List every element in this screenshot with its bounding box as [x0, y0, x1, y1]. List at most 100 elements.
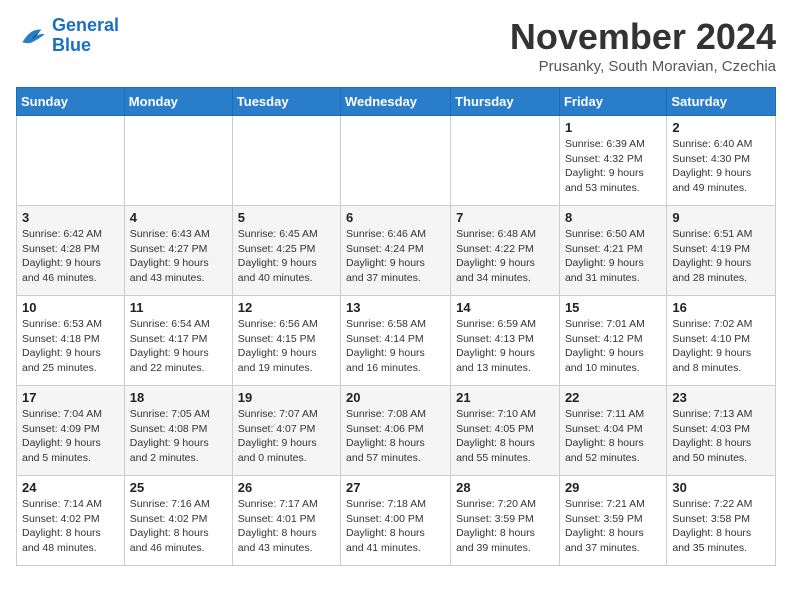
day-number: 2: [672, 120, 770, 135]
day-detail: Sunrise: 7:05 AM Sunset: 4:08 PM Dayligh…: [130, 407, 227, 466]
calendar-cell: 15 Sunrise: 7:01 AM Sunset: 4:12 PM Dayli…: [559, 296, 666, 386]
day-detail: Sunrise: 6:40 AM Sunset: 4:30 PM Dayligh…: [672, 137, 770, 196]
header: General Blue November 2024 Prusanky, Sou…: [16, 16, 776, 75]
logo-text: General Blue: [52, 16, 119, 56]
day-number: 25: [130, 480, 227, 495]
day-number: 6: [346, 210, 445, 225]
day-number: 23: [672, 390, 770, 405]
day-number: 17: [22, 390, 119, 405]
day-number: 24: [22, 480, 119, 495]
day-number: 3: [22, 210, 119, 225]
calendar-cell: [17, 116, 125, 206]
day-number: 5: [238, 210, 335, 225]
calendar-cell: 16 Sunrise: 7:02 AM Sunset: 4:10 PM Dayli…: [667, 296, 776, 386]
calendar-cell: 17 Sunrise: 7:04 AM Sunset: 4:09 PM Dayli…: [17, 386, 125, 476]
calendar-cell: 13Sunrise: 6:58 AM Sunset: 4:14 PM Dayli…: [341, 296, 451, 386]
calendar-header-cell: Tuesday: [232, 88, 340, 116]
calendar-cell: 14 Sunrise: 6:59 AM Sunset: 4:13 PM Dayli…: [451, 296, 560, 386]
calendar-cell: 11 Sunrise: 6:54 AM Sunset: 4:17 PM Dayli…: [124, 296, 232, 386]
day-number: 13: [346, 300, 445, 315]
day-number: 19: [238, 390, 335, 405]
calendar-cell: 6 Sunrise: 6:46 AM Sunset: 4:24 PM Daylig…: [341, 206, 451, 296]
day-detail: Sunrise: 7:18 AM Sunset: 4:00 PM Dayligh…: [346, 497, 445, 556]
calendar-cell: 2 Sunrise: 6:40 AM Sunset: 4:30 PM Daylig…: [667, 116, 776, 206]
day-detail: Sunrise: 7:10 AM Sunset: 4:05 PM Dayligh…: [456, 407, 554, 466]
day-detail: Sunrise: 6:59 AM Sunset: 4:13 PM Dayligh…: [456, 317, 554, 376]
logo: General Blue: [16, 16, 119, 56]
day-detail: Sunrise: 6:48 AM Sunset: 4:22 PM Dayligh…: [456, 227, 554, 286]
calendar: SundayMondayTuesdayWednesdayThursdayFrid…: [16, 87, 776, 566]
day-number: 8: [565, 210, 661, 225]
calendar-cell: 7 Sunrise: 6:48 AM Sunset: 4:22 PM Daylig…: [451, 206, 560, 296]
day-number: 10: [22, 300, 119, 315]
logo-icon: [16, 20, 48, 52]
day-number: 12: [238, 300, 335, 315]
day-number: 14: [456, 300, 554, 315]
calendar-cell: 4 Sunrise: 6:43 AM Sunset: 4:27 PM Daylig…: [124, 206, 232, 296]
day-number: 16: [672, 300, 770, 315]
day-number: 22: [565, 390, 661, 405]
day-number: 28: [456, 480, 554, 495]
day-detail: Sunrise: 6:56 AM Sunset: 4:15 PM Dayligh…: [238, 317, 335, 376]
calendar-cell: 22 Sunrise: 7:11 AM Sunset: 4:04 PM Dayli…: [559, 386, 666, 476]
day-number: 4: [130, 210, 227, 225]
day-detail: Sunrise: 7:14 AM Sunset: 4:02 PM Dayligh…: [22, 497, 119, 556]
day-number: 26: [238, 480, 335, 495]
calendar-cell: 8 Sunrise: 6:50 AM Sunset: 4:21 PM Daylig…: [559, 206, 666, 296]
day-number: 11: [130, 300, 227, 315]
day-detail: Sunrise: 6:46 AM Sunset: 4:24 PM Dayligh…: [346, 227, 445, 286]
calendar-week-row: 17 Sunrise: 7:04 AM Sunset: 4:09 PM Dayli…: [17, 386, 776, 476]
day-number: 27: [346, 480, 445, 495]
day-detail: Sunrise: 6:43 AM Sunset: 4:27 PM Dayligh…: [130, 227, 227, 286]
calendar-header-cell: Saturday: [667, 88, 776, 116]
calendar-header-cell: Thursday: [451, 88, 560, 116]
calendar-cell: 23Sunrise: 7:13 AM Sunset: 4:03 PM Dayli…: [667, 386, 776, 476]
day-number: 7: [456, 210, 554, 225]
day-detail: Sunrise: 7:20 AM Sunset: 3:59 PM Dayligh…: [456, 497, 554, 556]
calendar-cell: [341, 116, 451, 206]
day-number: 18: [130, 390, 227, 405]
calendar-cell: 27 Sunrise: 7:18 AM Sunset: 4:00 PM Dayli…: [341, 476, 451, 566]
calendar-week-row: 10 Sunrise: 6:53 AM Sunset: 4:18 PM Dayli…: [17, 296, 776, 386]
calendar-cell: 24 Sunrise: 7:14 AM Sunset: 4:02 PM Dayli…: [17, 476, 125, 566]
day-number: 29: [565, 480, 661, 495]
calendar-cell: [124, 116, 232, 206]
calendar-header-row: SundayMondayTuesdayWednesdayThursdayFrid…: [17, 88, 776, 116]
day-detail: Sunrise: 6:53 AM Sunset: 4:18 PM Dayligh…: [22, 317, 119, 376]
calendar-cell: 1Sunrise: 6:39 AM Sunset: 4:32 PM Daylig…: [559, 116, 666, 206]
calendar-cell: 19Sunrise: 7:07 AM Sunset: 4:07 PM Dayli…: [232, 386, 340, 476]
calendar-cell: 26Sunrise: 7:17 AM Sunset: 4:01 PM Dayli…: [232, 476, 340, 566]
location-subtitle: Prusanky, South Moravian, Czechia: [510, 58, 776, 75]
calendar-header-cell: Sunday: [17, 88, 125, 116]
day-detail: Sunrise: 7:22 AM Sunset: 3:58 PM Dayligh…: [672, 497, 770, 556]
day-detail: Sunrise: 7:21 AM Sunset: 3:59 PM Dayligh…: [565, 497, 661, 556]
calendar-cell: 12 Sunrise: 6:56 AM Sunset: 4:15 PM Dayli…: [232, 296, 340, 386]
calendar-cell: 5 Sunrise: 6:45 AM Sunset: 4:25 PM Daylig…: [232, 206, 340, 296]
day-detail: Sunrise: 6:51 AM Sunset: 4:19 PM Dayligh…: [672, 227, 770, 286]
calendar-cell: 30 Sunrise: 7:22 AM Sunset: 3:58 PM Dayli…: [667, 476, 776, 566]
day-detail: Sunrise: 6:54 AM Sunset: 4:17 PM Dayligh…: [130, 317, 227, 376]
day-number: 30: [672, 480, 770, 495]
day-detail: Sunrise: 7:11 AM Sunset: 4:04 PM Dayligh…: [565, 407, 661, 466]
day-number: 15: [565, 300, 661, 315]
calendar-cell: 3Sunrise: 6:42 AM Sunset: 4:28 PM Daylig…: [17, 206, 125, 296]
calendar-header-cell: Wednesday: [341, 88, 451, 116]
day-detail: Sunrise: 7:04 AM Sunset: 4:09 PM Dayligh…: [22, 407, 119, 466]
day-detail: Sunrise: 6:45 AM Sunset: 4:25 PM Dayligh…: [238, 227, 335, 286]
calendar-header-cell: Monday: [124, 88, 232, 116]
calendar-cell: 20Sunrise: 7:08 AM Sunset: 4:06 PM Dayli…: [341, 386, 451, 476]
day-detail: Sunrise: 7:02 AM Sunset: 4:10 PM Dayligh…: [672, 317, 770, 376]
calendar-week-row: 24 Sunrise: 7:14 AM Sunset: 4:02 PM Dayli…: [17, 476, 776, 566]
calendar-cell: [451, 116, 560, 206]
month-title: November 2024: [510, 16, 776, 58]
calendar-header-cell: Friday: [559, 88, 666, 116]
calendar-cell: 29 Sunrise: 7:21 AM Sunset: 3:59 PM Dayli…: [559, 476, 666, 566]
day-detail: Sunrise: 6:39 AM Sunset: 4:32 PM Dayligh…: [565, 137, 661, 196]
day-detail: Sunrise: 7:01 AM Sunset: 4:12 PM Dayligh…: [565, 317, 661, 376]
calendar-cell: 9Sunrise: 6:51 AM Sunset: 4:19 PM Daylig…: [667, 206, 776, 296]
calendar-cell: [232, 116, 340, 206]
calendar-cell: 10 Sunrise: 6:53 AM Sunset: 4:18 PM Dayli…: [17, 296, 125, 386]
calendar-cell: 21Sunrise: 7:10 AM Sunset: 4:05 PM Dayli…: [451, 386, 560, 476]
calendar-week-row: 3Sunrise: 6:42 AM Sunset: 4:28 PM Daylig…: [17, 206, 776, 296]
day-detail: Sunrise: 6:50 AM Sunset: 4:21 PM Dayligh…: [565, 227, 661, 286]
